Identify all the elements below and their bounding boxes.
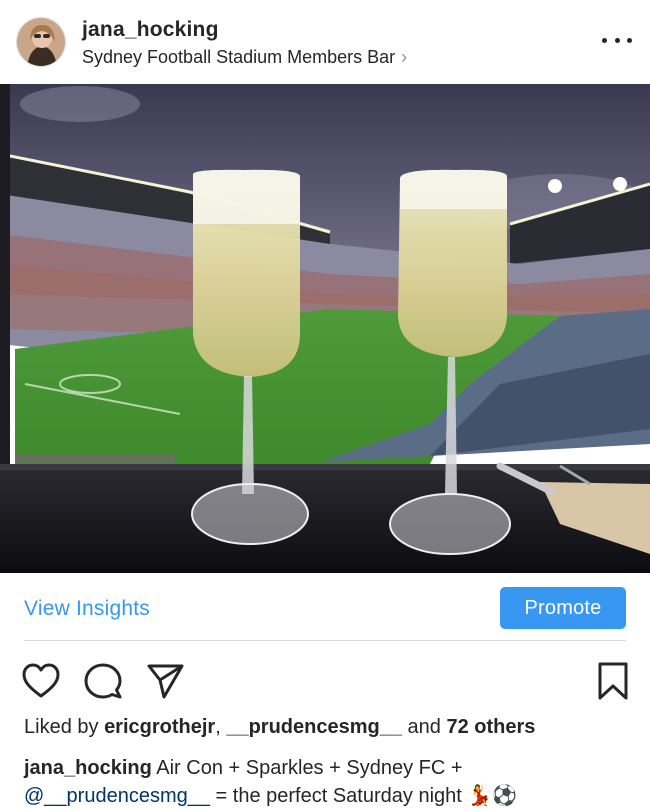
location-label: Sydney Football Stadium Members Bar (82, 47, 396, 67)
likes-prefix: Liked by (24, 716, 105, 738)
comment-icon (84, 663, 122, 699)
comment-button[interactable] (82, 660, 124, 702)
avatar[interactable] (16, 17, 66, 67)
likes-separator: , (215, 716, 227, 738)
more-horizontal-icon (602, 37, 607, 43)
likes-others-link[interactable]: 72 others (446, 716, 535, 738)
post-photo[interactable] (0, 84, 650, 573)
post-caption: jana_hocking Air Con + Sparkles + Sydney… (24, 754, 634, 810)
liker-prudencesmg[interactable]: __prudencesmg__ (226, 716, 402, 738)
post-header: jana_hocking Sydney Football Stadium Mem… (0, 0, 650, 84)
likes-and: and (401, 716, 447, 738)
caption-text-2: = the perfect Saturday night (209, 785, 468, 807)
save-button[interactable] (592, 660, 634, 702)
chevron-right-icon: › (401, 47, 408, 67)
post-actions (0, 656, 650, 706)
post-location[interactable]: Sydney Football Stadium Members Bar › (82, 47, 407, 68)
caption-text: Air Con + Sparkles + Sydney FC + (151, 757, 463, 779)
insights-bar: View Insights Promote (0, 573, 650, 643)
caption-mention[interactable]: @__prudencesmg__ (24, 785, 210, 807)
send-icon (147, 664, 184, 699)
likes-summary: Liked by ericgrothejr, __prudencesmg__ a… (24, 716, 535, 739)
caption-username[interactable]: jana_hocking (24, 757, 152, 779)
more-options-button[interactable] (602, 28, 632, 52)
divider (24, 640, 626, 641)
liker-ericgrothejr[interactable]: ericgrothejr (104, 716, 215, 738)
share-button[interactable] (144, 660, 186, 702)
post-username[interactable]: jana_hocking (82, 18, 219, 42)
caption-emoji: 💃⚽ (467, 785, 518, 807)
view-insights-link[interactable]: View Insights (24, 597, 150, 621)
promote-button[interactable]: Promote (500, 587, 626, 629)
heart-icon (22, 663, 60, 698)
like-button[interactable] (20, 660, 62, 702)
bookmark-icon (598, 662, 628, 700)
